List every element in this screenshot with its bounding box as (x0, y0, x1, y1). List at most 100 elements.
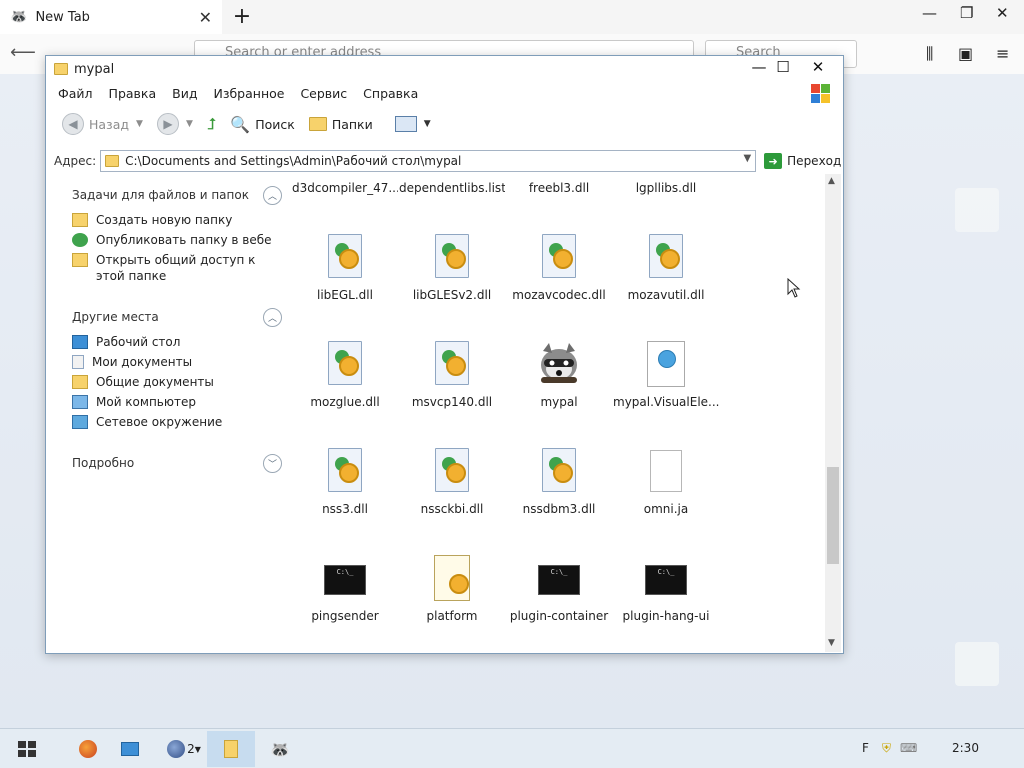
group-header[interactable]: Подробно ﹀ (60, 452, 282, 474)
file-item[interactable]: lgpllibs.dll (613, 174, 719, 217)
task-new-folder[interactable]: Создать новую папку (60, 212, 282, 228)
expand-icon[interactable]: ﹀ (263, 453, 282, 473)
desktop-launcher[interactable] (106, 731, 154, 767)
dll-file-icon (649, 234, 683, 278)
window-titlebar[interactable]: mypal (46, 56, 843, 82)
close-button[interactable]: ✕ (996, 4, 1009, 22)
file-item[interactable]: platform (399, 555, 505, 645)
address-bar: Адрес: C:\Documents and Settings\Admin\Р… (46, 149, 843, 173)
place-my-computer[interactable]: Мой компьютер (60, 394, 282, 410)
menu-icon[interactable]: ≡ (996, 44, 1009, 63)
place-my-documents[interactable]: Мои документы (60, 354, 282, 370)
file-item[interactable]: dependentlibs.list (399, 174, 505, 217)
dll-file-icon (328, 234, 362, 278)
group-header[interactable]: Другие места ︿ (60, 306, 282, 328)
scroll-thumb[interactable] (827, 467, 839, 564)
folder-icon (72, 375, 88, 389)
forward-button[interactable]: ▶ ▼ (153, 110, 197, 138)
explorer-task-button[interactable] (207, 731, 255, 767)
mypal-task-button[interactable]: 🦝 (256, 731, 304, 767)
file-name: libEGL.dll (317, 288, 373, 302)
file-item[interactable]: mozglue.dll (292, 341, 398, 431)
forward-arrow-icon: ▶ (156, 113, 179, 135)
new-tab-button[interactable]: + (230, 4, 254, 29)
address-input[interactable]: C:\Documents and Settings\Admin\Рабочий … (100, 150, 757, 172)
network-tray-icon[interactable]: ⌨ (900, 741, 917, 755)
file-item[interactable]: C:\_ plugin-container (506, 555, 612, 645)
firefox-launcher[interactable] (64, 731, 112, 767)
scroll-up-icon[interactable]: ▲ (828, 176, 835, 186)
firefox-group-button[interactable]: 2 ▼ (160, 731, 208, 767)
minimize-button[interactable]: — (749, 58, 769, 76)
group-header[interactable]: Задачи для файлов и папок ︿ (60, 184, 282, 206)
back-button[interactable]: ◀ Назад ▼ (58, 110, 147, 138)
scroll-down-icon[interactable]: ▼ (828, 638, 835, 648)
file-item[interactable]: mozavutil.dll (613, 234, 719, 324)
desktop-icon[interactable] (955, 188, 999, 232)
start-button[interactable] (18, 741, 36, 757)
task-share-folder[interactable]: Открыть общий доступ к этой папке (60, 252, 282, 284)
file-item[interactable]: d3dcompiler_47.... (292, 174, 398, 217)
language-indicator[interactable]: F (862, 741, 869, 755)
file-name: plugin-container (509, 609, 609, 623)
menu-file[interactable]: Файл (58, 86, 93, 101)
collapse-icon[interactable]: ︿ (263, 307, 282, 327)
address-label: Адрес: (54, 154, 97, 168)
up-button[interactable]: ⮥ (203, 110, 220, 138)
file-item[interactable]: omni.ja (613, 448, 719, 538)
folder-icon (54, 63, 68, 75)
maximize-button[interactable]: ☐ (773, 58, 793, 76)
views-button[interactable]: ▼ (391, 110, 435, 138)
file-name: mozglue.dll (310, 395, 380, 409)
dll-file-icon (435, 448, 469, 492)
file-name: platform (426, 609, 478, 623)
chevron-down-icon[interactable]: ▼ (743, 153, 751, 164)
file-item[interactable]: msvcp140.dll (399, 341, 505, 431)
file-item[interactable]: C:\_ plugin-hang-ui (613, 555, 719, 645)
file-item[interactable]: mypal (506, 341, 612, 431)
menu-edit[interactable]: Правка (109, 86, 157, 101)
taskbar: 2 ▼ 🦝 F ⛨ ⌨ 2:30 (0, 728, 1024, 768)
file-item[interactable]: nss3.dll (292, 448, 398, 538)
folder-icon (224, 740, 238, 758)
place-network[interactable]: Сетевое окружение (60, 414, 282, 430)
security-shield-icon[interactable]: ⛨ (882, 741, 891, 756)
browser-tab[interactable]: 🦝 New Tab ✕ (0, 0, 222, 34)
collapse-icon[interactable]: ︿ (263, 185, 282, 205)
file-list: d3dcompiler_47.... dependentlibs.list free… (290, 174, 825, 652)
place-shared-documents[interactable]: Общие документы (60, 374, 282, 390)
minimize-button[interactable]: — (922, 4, 937, 22)
file-name: dependentlibs.list (399, 181, 505, 195)
desktop-icon[interactable] (955, 642, 999, 686)
settings-file-icon (434, 555, 470, 601)
file-name: pingsender (311, 609, 379, 623)
close-button[interactable]: ✕ (808, 58, 828, 76)
file-item[interactable]: freebl3.dll (506, 174, 612, 217)
go-button[interactable]: ➜ Переход (764, 153, 841, 169)
file-item[interactable]: mozavcodec.dll (506, 234, 612, 324)
file-item[interactable]: C:\_ pingsender (292, 555, 398, 645)
clock[interactable]: 2:30 (952, 741, 979, 755)
menu-favorites[interactable]: Избранное (213, 86, 284, 101)
file-name: nssdbm3.dll (522, 502, 596, 516)
task-publish-web[interactable]: Опубликовать папку в вебе (60, 232, 282, 248)
back-icon[interactable]: ⟵ (10, 42, 36, 63)
menu-tools[interactable]: Сервис (300, 86, 347, 101)
file-item[interactable]: mypal.VisualEle... (613, 341, 719, 431)
file-item[interactable]: nssdbm3.dll (506, 448, 612, 538)
sidebar-icon[interactable]: ▣ (958, 44, 973, 63)
place-desktop[interactable]: Рабочий стол (60, 334, 282, 350)
back-label: Назад (89, 116, 130, 132)
search-button[interactable]: 🔍 Поиск (226, 110, 299, 138)
file-item[interactable]: nssckbi.dll (399, 448, 505, 538)
file-name: freebl3.dll (528, 181, 590, 195)
maximize-button[interactable]: ❐ (960, 4, 973, 22)
menu-view[interactable]: Вид (172, 86, 197, 101)
library-icon[interactable]: ⫼ (926, 44, 933, 64)
file-item[interactable]: libGLESv2.dll (399, 234, 505, 324)
folders-button[interactable]: Папки (305, 110, 377, 138)
close-tab-icon[interactable]: ✕ (199, 8, 212, 27)
vertical-scrollbar[interactable]: ▲ ▼ (825, 174, 841, 652)
file-item[interactable]: libEGL.dll (292, 234, 398, 324)
menu-help[interactable]: Справка (363, 86, 418, 101)
